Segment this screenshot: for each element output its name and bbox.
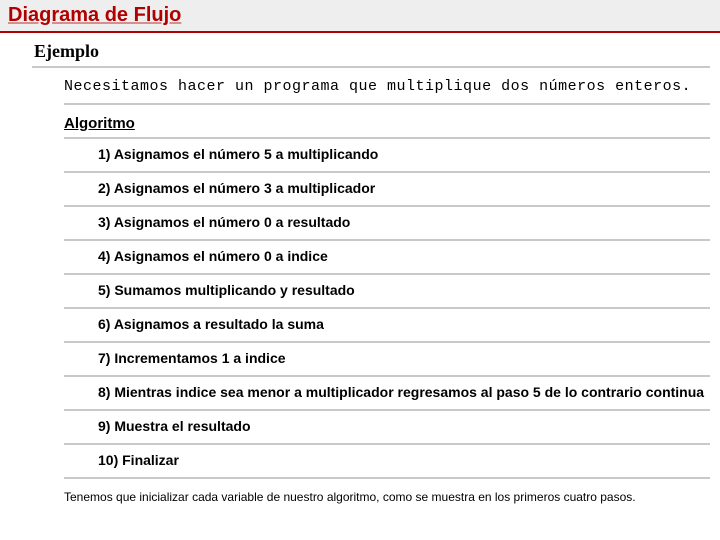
list-item: 6) Asignamos a resultado la suma [64,309,710,343]
problem-description: Necesitamos hacer un programa que multip… [64,78,710,97]
list-item: 1) Asignamos el número 5 a multiplicando [64,139,710,173]
list-item: 8) Mientras indice sea menor a multiplic… [64,377,710,411]
step-text: 9) Muestra el resultado [98,418,251,434]
footer-row: Tenemos que inicializar cada variable de… [64,489,710,509]
example-heading: Ejemplo [34,41,99,61]
step-text: 4) Asignamos el número 0 a indice [98,248,328,264]
description-row: Necesitamos hacer un programa que multip… [64,78,710,105]
list-item: 4) Asignamos el número 0 a indice [64,241,710,275]
step-text: 2) Asignamos el número 3 a multiplicador [98,180,375,196]
list-item: 9) Muestra el resultado [64,411,710,445]
algorithm-steps: 1) Asignamos el número 5 a multiplicando… [64,139,710,479]
step-text: 1) Asignamos el número 5 a multiplicando [98,146,378,162]
title-bar: Diagrama de Flujo [0,0,720,33]
footer-note: Tenemos que inicializar cada variable de… [64,489,710,505]
step-text: 10) Finalizar [98,452,179,468]
algorithm-heading-row: Algoritmo [64,115,710,139]
step-text: 7) Incrementamos 1 a indice [98,350,286,366]
list-item: 10) Finalizar [64,445,710,479]
list-item: 3) Asignamos el número 0 a resultado [64,207,710,241]
example-heading-row: Ejemplo [32,41,710,68]
step-text: 3) Asignamos el número 0 a resultado [98,214,350,230]
list-item: 7) Incrementamos 1 a indice [64,343,710,377]
slide-title: Diagrama de Flujo [8,4,181,26]
algorithm-heading: Algoritmo [64,115,135,132]
slide: Diagrama de Flujo Ejemplo Necesitamos ha… [0,0,720,540]
step-text: 5) Sumamos multiplicando y resultado [98,282,355,298]
list-item: 5) Sumamos multiplicando y resultado [64,275,710,309]
step-text: 6) Asignamos a resultado la suma [98,316,324,332]
list-item: 2) Asignamos el número 3 a multiplicador [64,173,710,207]
step-text: 8) Mientras indice sea menor a multiplic… [98,384,704,400]
